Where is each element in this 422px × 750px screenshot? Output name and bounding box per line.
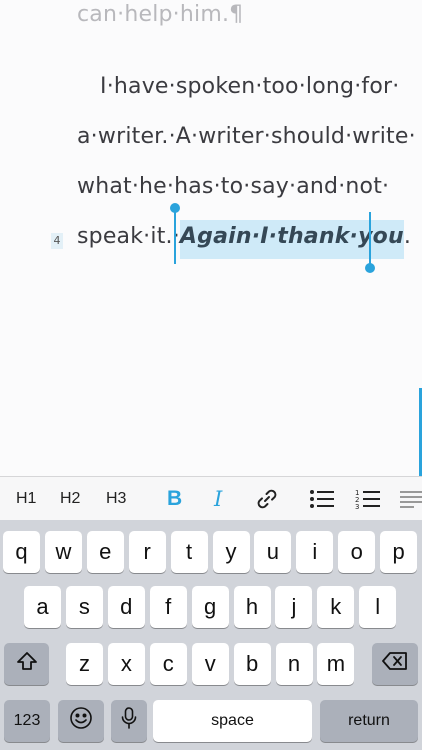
line-number-badge: 4: [51, 233, 63, 249]
align-icon[interactable]: [400, 485, 422, 513]
software-keyboard: qwertyuiop asdfghjkl zxcvbnm 123 space r…: [0, 520, 422, 750]
key-g[interactable]: g: [191, 586, 229, 628]
text-editor[interactable]: can·help·him.¶ I·have·spoken·too·long·fo…: [0, 0, 422, 476]
key-j[interactable]: j: [275, 586, 313, 628]
key-b[interactable]: b: [233, 643, 271, 685]
emoji-key[interactable]: [58, 700, 104, 742]
key-u[interactable]: u: [254, 531, 292, 573]
key-q[interactable]: q: [3, 531, 40, 573]
svg-text:3: 3: [355, 503, 359, 510]
key-o[interactable]: o: [338, 531, 376, 573]
heading-1-button[interactable]: H1: [16, 490, 36, 508]
key-k[interactable]: k: [317, 586, 355, 628]
shift-icon: [16, 651, 38, 677]
formatting-toolbar: H1 H2 H3 B I 1 2 3: [0, 476, 422, 521]
key-h[interactable]: h: [233, 586, 271, 628]
selection-end-bar: [369, 212, 371, 266]
return-key[interactable]: return: [320, 700, 418, 742]
link-icon[interactable]: [254, 485, 280, 513]
paragraph-line-4: speak·it.·Again·I·thank·you.: [77, 220, 412, 259]
key-i[interactable]: i: [296, 531, 334, 573]
paragraph-line-1: I·have·spoken·too·long·for·: [100, 74, 400, 99]
heading-3-button[interactable]: H3: [106, 490, 126, 508]
selection-start-bar: [174, 210, 176, 264]
key-z[interactable]: z: [66, 643, 103, 685]
heading-2-button[interactable]: H2: [60, 490, 80, 508]
key-v[interactable]: v: [191, 643, 229, 685]
delete-icon: [382, 651, 408, 677]
delete-key[interactable]: [372, 643, 418, 685]
numbered-list-icon[interactable]: 1 2 3: [355, 485, 381, 513]
selection-end-handle[interactable]: [365, 263, 375, 273]
key-a[interactable]: a: [24, 586, 61, 628]
paragraph-line-3: what·he·has·to·say·and·not·: [77, 174, 390, 199]
bold-button[interactable]: B: [167, 487, 182, 511]
numbers-key[interactable]: 123: [4, 700, 50, 742]
key-f[interactable]: f: [149, 586, 187, 628]
dictation-key[interactable]: [111, 700, 147, 742]
key-l[interactable]: l: [359, 586, 397, 628]
line-4-suffix: .: [403, 224, 412, 249]
bullet-list-icon[interactable]: [309, 485, 335, 513]
key-n[interactable]: n: [275, 643, 313, 685]
key-t[interactable]: t: [170, 531, 208, 573]
paragraph-line-2: a·writer.·A·writer·should·write·: [77, 124, 416, 149]
key-e[interactable]: e: [86, 531, 124, 573]
key-x[interactable]: x: [107, 643, 145, 685]
shift-key[interactable]: [4, 643, 49, 685]
key-m[interactable]: m: [317, 643, 355, 685]
key-c[interactable]: c: [149, 643, 187, 685]
key-d[interactable]: d: [107, 586, 145, 628]
microphone-icon: [121, 706, 137, 736]
previous-paragraph-line: can·help·him.¶: [77, 2, 244, 27]
emoji-icon: [69, 706, 93, 736]
key-p[interactable]: p: [380, 531, 418, 573]
space-key[interactable]: space: [153, 700, 312, 742]
key-y[interactable]: y: [212, 531, 250, 573]
key-s[interactable]: s: [65, 586, 103, 628]
key-r[interactable]: r: [128, 531, 166, 573]
line-4-prefix: speak·it.·: [77, 224, 180, 249]
key-w[interactable]: w: [44, 531, 82, 573]
italic-button[interactable]: I: [214, 487, 222, 511]
